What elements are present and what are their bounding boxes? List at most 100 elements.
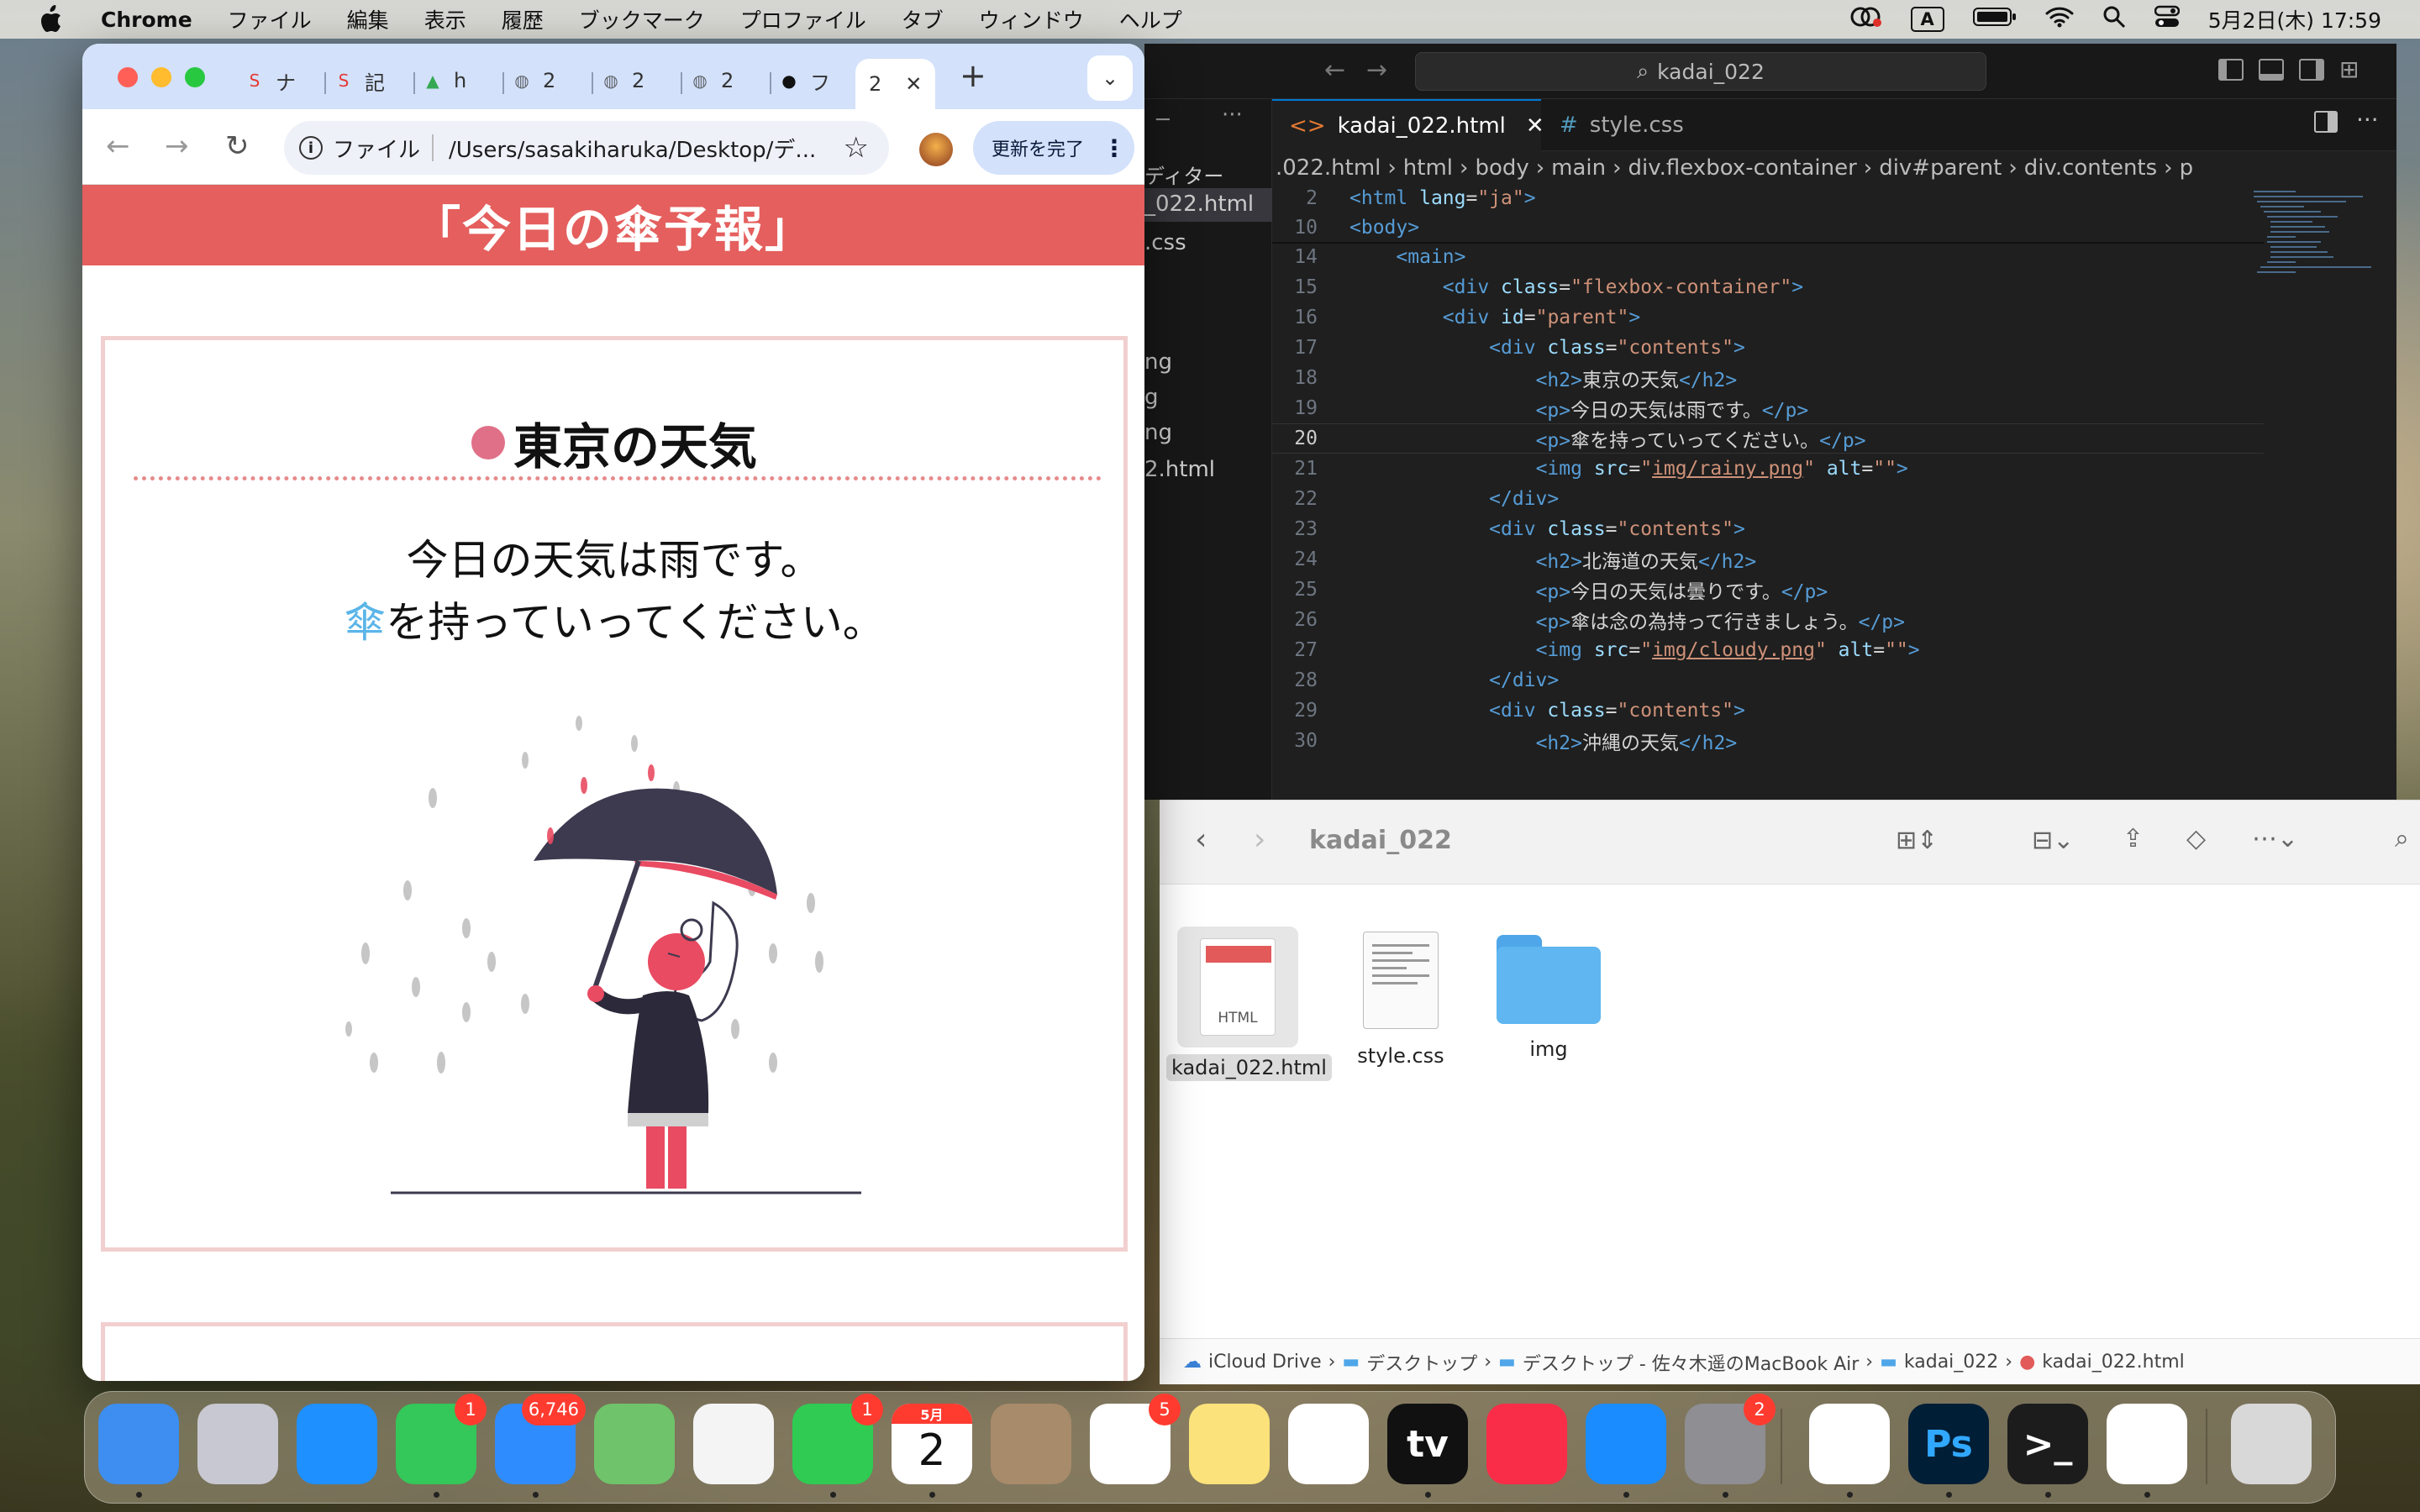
back-arrow-icon[interactable]: ← [106, 129, 130, 163]
launchpad-icon[interactable] [197, 1404, 278, 1484]
browser-tab-2[interactable]: S記 [331, 59, 385, 102]
calendar-icon[interactable]: 5月 2 [892, 1404, 972, 1498]
code-line[interactable]: 25 <p>今日の天気は曇りです。</p> [1272, 575, 2264, 605]
code-line[interactable]: 22 </div> [1272, 484, 2264, 514]
collapse-icon[interactable]: ─ [1156, 108, 1170, 133]
code-line[interactable]: 19 <p>今日の天気は雨です。</p> [1272, 393, 2264, 423]
terminal-icon[interactable]: >_ [2007, 1404, 2088, 1498]
menu-file[interactable]: ファイル [228, 4, 312, 34]
creative-cloud-icon[interactable] [1849, 4, 1882, 34]
code-line[interactable]: 2 <html lang="ja"> [1272, 183, 2264, 213]
avatar[interactable] [919, 133, 953, 166]
close-tab-icon[interactable]: ✕ [905, 72, 922, 96]
menu-window[interactable]: ウィンドウ [979, 4, 1084, 34]
group-icon[interactable]: ⊟⌄ [2032, 826, 2074, 855]
tv-icon[interactable]: tv [1387, 1404, 1468, 1498]
contacts-icon[interactable] [991, 1404, 1071, 1484]
code-line[interactable]: 10 <body> [1272, 213, 2264, 244]
more-actions-icon[interactable]: ··· [2356, 106, 2379, 134]
finder-file-html[interactable]: HTML kadai_022.html [1166, 927, 1332, 1081]
settings-icon[interactable]: 2 [1685, 1394, 1776, 1498]
code-line[interactable]: 21 <img src="img/rainy.png" alt=""> [1272, 454, 2264, 484]
spotlight-icon[interactable] [2102, 5, 2126, 34]
photos-icon[interactable] [693, 1404, 774, 1484]
minimap[interactable] [2245, 185, 2380, 370]
breadcrumb-flexbox[interactable]: div.flexbox-container [1628, 155, 1857, 181]
finder-folder-img[interactable]: img [1477, 927, 1620, 1061]
split-editor-icon[interactable] [2314, 111, 2338, 133]
bookmark-star-icon[interactable]: ☆ [844, 131, 869, 165]
photoshop-icon[interactable]: Ps [1908, 1404, 1989, 1498]
minimize-window-button[interactable] [151, 67, 171, 87]
explorer-file-png-3[interactable]: ng [1144, 420, 1172, 445]
browser-tab-7[interactable]: ● フ [776, 59, 830, 102]
explorer-file-png-2[interactable]: g [1144, 385, 1159, 410]
tab-style-css[interactable]: # style.css [1543, 99, 1701, 151]
path-icloud[interactable]: iCloud Drive [1208, 1352, 1322, 1373]
menu-view[interactable]: 表示 [424, 4, 466, 34]
finder-icon[interactable] [98, 1404, 179, 1498]
code-line[interactable]: 29 <div class="contents"> [1272, 696, 2264, 726]
code-editor[interactable]: 2<html lang="ja">10<body>13 </header>14 … [1272, 185, 2396, 800]
finder-file-css[interactable]: style.css [1329, 927, 1472, 1068]
menu-bookmarks[interactable]: ブックマーク [579, 4, 705, 34]
control-center-icon[interactable] [2154, 5, 2180, 34]
forward-chevron-icon[interactable]: › [1254, 822, 1265, 857]
code-line[interactable]: 28 </div> [1272, 665, 2264, 696]
breadcrumb-html[interactable]: html [1403, 155, 1453, 181]
browser-tab-1[interactable]: Sナ [242, 59, 296, 102]
customize-layout-icon[interactable]: ⊞ [2339, 55, 2359, 83]
tab-search-button[interactable]: ⌄ [1087, 55, 1133, 101]
code-line[interactable]: 30 <h2>沖縄の天気</h2> [1272, 726, 2264, 756]
command-center-search[interactable]: ⌕ kadai_022 [1415, 52, 1986, 91]
breadcrumb-main[interactable]: main [1551, 155, 1606, 181]
code-line[interactable]: 14 <main> [1272, 242, 2264, 272]
code-line[interactable]: 17 <div class="contents"> [1272, 333, 2264, 363]
browser-tab-5[interactable]: ◍ 2 [598, 59, 644, 102]
back-arrow-icon[interactable]: ← [1324, 55, 1345, 85]
menu-history[interactable]: 履歴 [502, 4, 544, 34]
search-icon[interactable]: ⌕ [2395, 824, 2409, 853]
forward-arrow-icon[interactable]: → [165, 129, 189, 163]
reload-icon[interactable]: ↻ [225, 129, 250, 163]
code-line[interactable]: 23 <div class="contents"> [1272, 514, 2264, 544]
appstore-icon[interactable] [1586, 1404, 1666, 1498]
toggle-sidebar-icon[interactable] [2218, 59, 2244, 81]
safari-icon[interactable] [297, 1404, 377, 1484]
battery-icon[interactable] [1972, 6, 2017, 33]
menu-help[interactable]: ヘルプ [1119, 4, 1182, 34]
path-desktop[interactable]: デスクトップ [1366, 1349, 1477, 1376]
input-source-icon[interactable]: A [1910, 7, 1944, 32]
explorer-file-html[interactable]: _022.html [1144, 192, 1254, 217]
chrome-icon[interactable] [1809, 1404, 1890, 1498]
info-icon[interactable]: i [299, 136, 323, 160]
facetime-icon[interactable]: 1 [792, 1394, 883, 1498]
wifi-icon[interactable] [2045, 6, 2074, 33]
more-actions-icon[interactable]: ··· [1222, 102, 1243, 128]
code-line[interactable]: 27 <img src="img/cloudy.png" alt=""> [1272, 635, 2264, 665]
maps-icon[interactable] [594, 1404, 675, 1484]
code-line[interactable]: 15 <div class="flexbox-container"> [1272, 272, 2264, 302]
code-line[interactable]: 18 <h2>東京の天気</h2> [1272, 363, 2264, 393]
breadcrumb-body[interactable]: body [1475, 155, 1528, 181]
freeform-icon[interactable] [1288, 1404, 1369, 1484]
explorer-section-label[interactable]: ディター [1144, 160, 1223, 189]
browser-tab-8[interactable]: 2 ✕ [855, 59, 936, 109]
notes-icon[interactable] [1189, 1404, 1270, 1484]
mail-icon[interactable]: 6,746 [495, 1394, 586, 1498]
address-bar[interactable]: i ファイル /Users/sasakiharuka/Desktop/デ... … [284, 121, 889, 175]
code-line[interactable]: 26 <p>傘は念の為持って行きましょう。</p> [1272, 605, 2264, 635]
new-tab-button[interactable]: + [960, 57, 986, 94]
kebab-menu-icon[interactable]: ⋮ [1102, 134, 1126, 162]
explorer-file-css[interactable]: .css [1144, 230, 1186, 255]
close-window-button[interactable] [118, 67, 138, 87]
forward-arrow-icon[interactable]: → [1366, 55, 1387, 85]
vscode-icon[interactable] [2107, 1404, 2187, 1498]
messages-icon[interactable]: 1 [396, 1394, 487, 1498]
code-line[interactable]: 16 <div id="parent"> [1272, 302, 2264, 333]
path-desktop-mac[interactable]: デスクトップ - 佐々木遥のMacBook Air [1523, 1349, 1859, 1376]
explorer-file-png-1[interactable]: ng [1144, 349, 1172, 375]
toggle-secondary-sidebar-icon[interactable] [2299, 59, 2324, 81]
share-icon[interactable]: ⇪ [2123, 824, 2144, 853]
menu-tab[interactable]: タブ [902, 4, 944, 34]
